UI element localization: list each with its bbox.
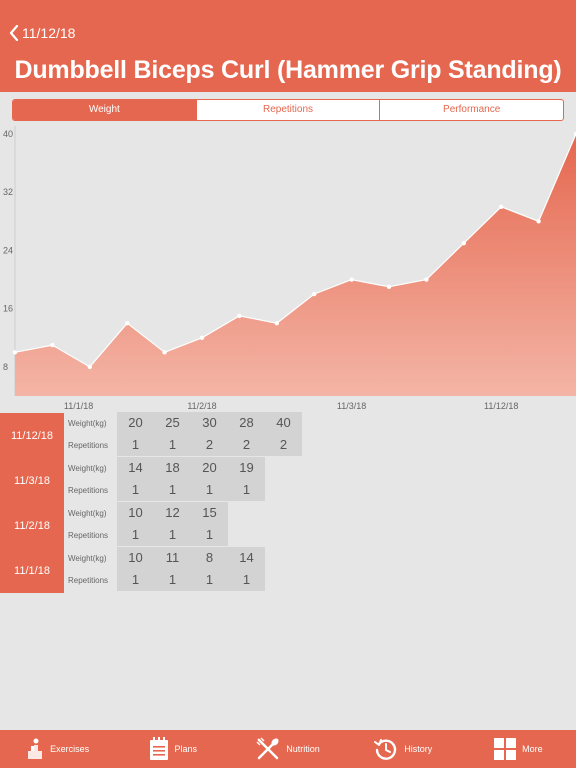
plans-icon: [149, 737, 168, 760]
reps-row-label: Repetitions: [68, 441, 109, 450]
reps-cell: 1: [154, 524, 191, 546]
history-date-label[interactable]: 11/12/18: [0, 413, 64, 458]
reps-cell: 1: [191, 569, 228, 591]
back-button[interactable]: 11/12/18: [9, 25, 75, 41]
reps-row-label: Repetitions: [68, 576, 109, 585]
tabbar-exercises-label: Exercises: [50, 744, 90, 754]
chart-point: [424, 277, 429, 282]
weight-cell: 20: [191, 457, 228, 479]
y-tick-label: 24: [3, 245, 13, 255]
reps-cell: 1: [154, 479, 191, 501]
reps-cell: 1: [228, 479, 265, 501]
reps-cell: 1: [117, 434, 154, 456]
weight-cell: 11: [154, 547, 191, 569]
history-date-label[interactable]: 11/3/18: [0, 458, 64, 503]
chart-point: [386, 284, 392, 290]
reps-cell: 2: [228, 434, 265, 456]
chart-point: [274, 321, 279, 326]
tab-performance[interactable]: Performance: [379, 100, 563, 120]
reps-cell: 1: [117, 569, 154, 591]
reps-cell: 2: [191, 434, 228, 456]
weight-cell: 30: [191, 412, 228, 434]
history-date-label[interactable]: 11/1/18: [0, 548, 64, 593]
weight-cell: 15: [191, 502, 228, 524]
y-tick-label: 16: [3, 304, 13, 314]
tabbar-history[interactable]: History: [346, 730, 461, 768]
reps-cell: 2: [265, 434, 302, 456]
weight-row-label: Weight(kg): [68, 419, 107, 428]
tab-bar: Exercises Plans Nutrition History More: [0, 730, 576, 768]
weight-cell: 14: [117, 457, 154, 479]
tabbar-exercises[interactable]: Exercises: [0, 730, 115, 768]
weight-chart: 8 16 24 32 40 11/1/18 11/2/18 11/3/18 11/12/18: [3, 126, 576, 411]
tabbar-more-label: More: [522, 744, 543, 754]
history-date-label[interactable]: 11/2/18: [0, 503, 64, 548]
weight-cell: 10: [117, 547, 154, 569]
weight-cell: 12: [154, 502, 191, 524]
x-tick-label: 11/2/18: [187, 401, 216, 411]
weight-row-label: Weight(kg): [68, 554, 107, 563]
tabbar-nutrition[interactable]: Nutrition: [230, 730, 345, 768]
reps-cell: 1: [154, 569, 191, 591]
tabbar-nutrition-label: Nutrition: [286, 744, 320, 754]
reps-cell: 1: [191, 524, 228, 546]
chart-point: [50, 342, 55, 348]
weight-cell: 10: [117, 502, 154, 524]
x-tick-label: 11/1/18: [64, 401, 93, 411]
y-tick-label: 8: [3, 362, 8, 372]
weight-row-label: Weight(kg): [68, 509, 107, 518]
reps-cell: 1: [228, 569, 265, 591]
tabbar-plans-label: Plans: [174, 744, 198, 754]
reps-cell: 1: [117, 524, 154, 546]
weight-row-label: Weight(kg): [68, 464, 107, 473]
chart-point: [349, 277, 354, 282]
weight-cell: 18: [154, 457, 191, 479]
reps-row-label: Repetitions: [68, 531, 109, 540]
reps-row-label: Repetitions: [68, 486, 109, 495]
weight-cell: 20: [117, 412, 154, 434]
reps-cell: 1: [191, 479, 228, 501]
tab-weight[interactable]: Weight: [13, 100, 196, 120]
chart-point: [461, 240, 466, 246]
chart-point: [87, 364, 93, 370]
chart-point: [125, 321, 130, 326]
back-label: 11/12/18: [22, 25, 76, 41]
chart-point: [199, 335, 205, 340]
chart-point: [536, 219, 541, 224]
y-tick-label: 32: [3, 187, 13, 197]
tabbar-more[interactable]: More: [461, 730, 576, 768]
exercises-icon: [28, 738, 43, 759]
page-title: Dumbbell Biceps Curl (Hammer Grip Standi…: [14, 56, 562, 84]
y-tick-label: 40: [3, 129, 13, 139]
chart-point: [312, 291, 317, 297]
weight-cell: 40: [265, 412, 302, 434]
history-icon: [374, 739, 397, 760]
header-bar: 11/12/18 Dumbbell Biceps Curl (Hammer Gr…: [0, 0, 576, 92]
chevron-left-icon: [9, 25, 19, 41]
weight-cell: 19: [228, 457, 265, 479]
reps-cell: 1: [117, 479, 154, 501]
weight-cell: 28: [228, 412, 265, 434]
chart-point: [499, 204, 504, 209]
tabbar-history-label: History: [404, 744, 433, 754]
chart-point: [12, 350, 18, 355]
x-tick-label: 11/3/18: [337, 401, 366, 411]
weight-cell: 25: [154, 412, 191, 434]
reps-cell: 1: [154, 434, 191, 456]
tabbar-plans[interactable]: Plans: [115, 730, 230, 768]
more-icon: [494, 738, 517, 760]
chart-point: [237, 313, 242, 319]
segmented-control: Weight Repetitions Performance: [12, 99, 564, 121]
x-tick-label: 11/12/18: [484, 401, 518, 411]
weight-cell: 8: [191, 547, 228, 569]
chart-point: [162, 350, 167, 355]
tab-repetitions[interactable]: Repetitions: [195, 100, 380, 120]
weight-cell: 14: [228, 547, 265, 569]
nutrition-icon: [256, 737, 279, 760]
